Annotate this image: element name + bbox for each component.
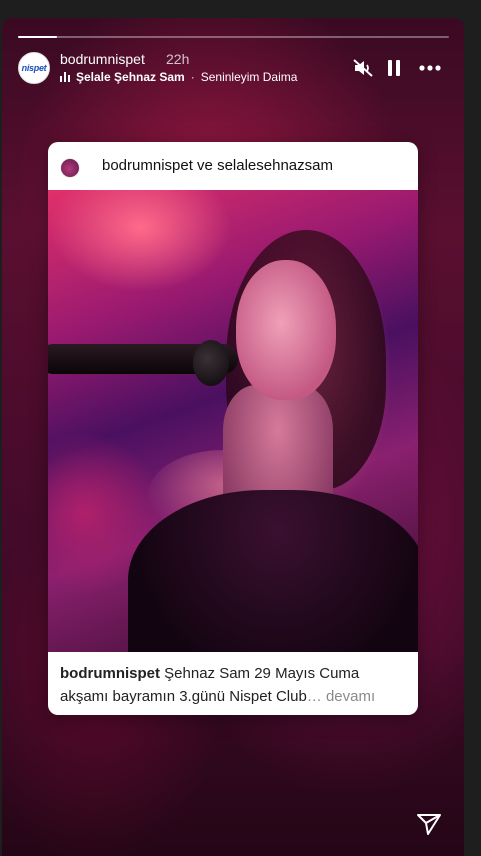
share-button[interactable] [416,812,442,836]
post-photo [48,190,418,652]
story-timestamp: 22h [166,51,190,67]
story-progress-fill [18,36,57,38]
avatar-logo-text: nispet [21,63,47,73]
mute-button[interactable] [351,58,375,78]
music-sticker-label[interactable]: Şelale Şehnaz Sam · Seninleyim Daima [60,70,297,84]
music-bars-icon [60,72,70,82]
paper-plane-icon [417,814,441,835]
shared-post-card[interactable]: bodrumnispet ve selalesehnazsam bodrumni… [48,142,418,715]
account-avatar[interactable]: nispet [18,52,50,84]
music-separator: · [190,70,195,84]
pause-icon [388,60,400,76]
speaker-muted-icon [353,59,373,77]
story-progress-bar [18,36,449,38]
caption-more-link[interactable]: … devamı [307,688,375,705]
post-authors: bodrumnispet ve selalesehnazsam [102,157,333,174]
pause-button[interactable] [382,58,406,78]
story-viewer: nispet bodrumnispet 22h Şelale Şehnaz Sa… [2,18,464,856]
music-song-title: Seninleyim Daima [200,70,298,84]
post-author-avatar [60,158,80,178]
more-options-button[interactable] [418,58,442,78]
caption-username: bodrumnispet [60,665,160,682]
account-username[interactable]: bodrumnispet [60,51,145,67]
post-caption: bodrumnispet Şehnaz Sam 29 Mayıs Cuma ak… [48,652,418,715]
music-artist: Şelale Şehnaz Sam [76,70,185,84]
post-header: bodrumnispet ve selalesehnazsam [48,142,418,190]
more-horizontal-icon [419,65,441,71]
story-header: nispet bodrumnispet 22h Şelale Şehnaz Sa… [18,50,448,86]
